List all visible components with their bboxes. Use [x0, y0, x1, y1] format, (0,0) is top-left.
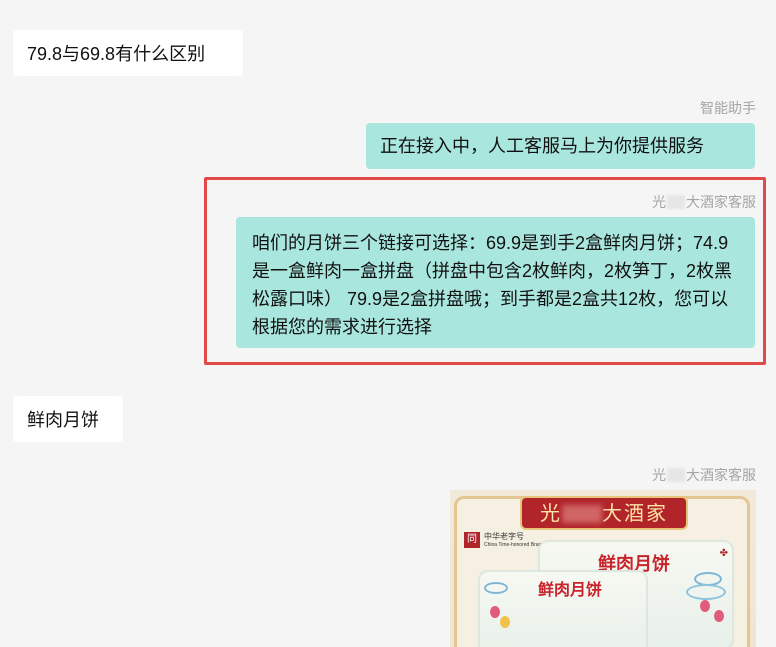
image-message[interactable]: 光 大酒家 同 中华老字号 China Time-honored Brand 鲜肉…: [450, 490, 756, 647]
sender-prefix: 光: [652, 194, 666, 210]
agent-sender-name: 光 大酒家客服: [652, 192, 756, 212]
message-text: 79.8与69.8有什么区别: [27, 44, 206, 64]
seal-icon: ✤: [719, 548, 728, 559]
lantern-icon: [700, 600, 710, 612]
brand-logo-icon: 同: [464, 532, 480, 548]
lantern-icon: [500, 616, 510, 628]
sender-name: 智能助手: [700, 100, 756, 116]
cloud-icon: [686, 584, 726, 600]
chat-window: 79.8与69.8有什么区别 智能助手 正在接入中，人工客服马上为你提供服务 光…: [0, 0, 776, 647]
message-text: 咱们的月饼三个链接可选择：69.9是到手2盒鲜肉月饼；74.9是一盒鲜肉一盒拼盘…: [252, 233, 733, 337]
banner-prefix: 光: [540, 501, 562, 525]
lantern-icon: [714, 610, 724, 622]
mooncake-box-front: 鲜肉月饼: [478, 570, 648, 647]
cloud-icon: [484, 582, 508, 594]
box-title: 鲜肉月饼: [538, 580, 603, 599]
sender-suffix: 大酒家客服: [686, 467, 756, 483]
banner-suffix: 大酒家: [602, 501, 668, 525]
lantern-icon: [490, 606, 500, 618]
logo-subtext: China Time-honored Brand: [484, 542, 545, 548]
agent-sender-name: 光 大酒家客服: [652, 465, 756, 485]
agent-message-bubble[interactable]: 咱们的月饼三个链接可选择：69.9是到手2盒鲜肉月饼；74.9是一盒鲜肉一盒拼盘…: [236, 217, 755, 348]
assistant-message-bubble[interactable]: 正在接入中，人工客服马上为你提供服务: [366, 123, 755, 169]
redacted-mark: [562, 505, 602, 523]
sender-suffix: 大酒家客服: [686, 194, 756, 210]
user-message-bubble[interactable]: 鲜肉月饼: [13, 396, 123, 442]
brand-banner: 光 大酒家: [520, 496, 688, 530]
brand-logo-text: 中华老字号 China Time-honored Brand: [484, 532, 544, 550]
user-message-bubble[interactable]: 79.8与69.8有什么区别: [13, 30, 243, 76]
message-text: 鲜肉月饼: [27, 410, 99, 430]
redacted-mark: [667, 468, 685, 482]
logo-text: 中华老字号: [484, 532, 524, 541]
redacted-mark: [667, 195, 685, 209]
sender-prefix: 光: [652, 467, 666, 483]
message-text: 正在接入中，人工客服马上为你提供服务: [380, 136, 704, 156]
